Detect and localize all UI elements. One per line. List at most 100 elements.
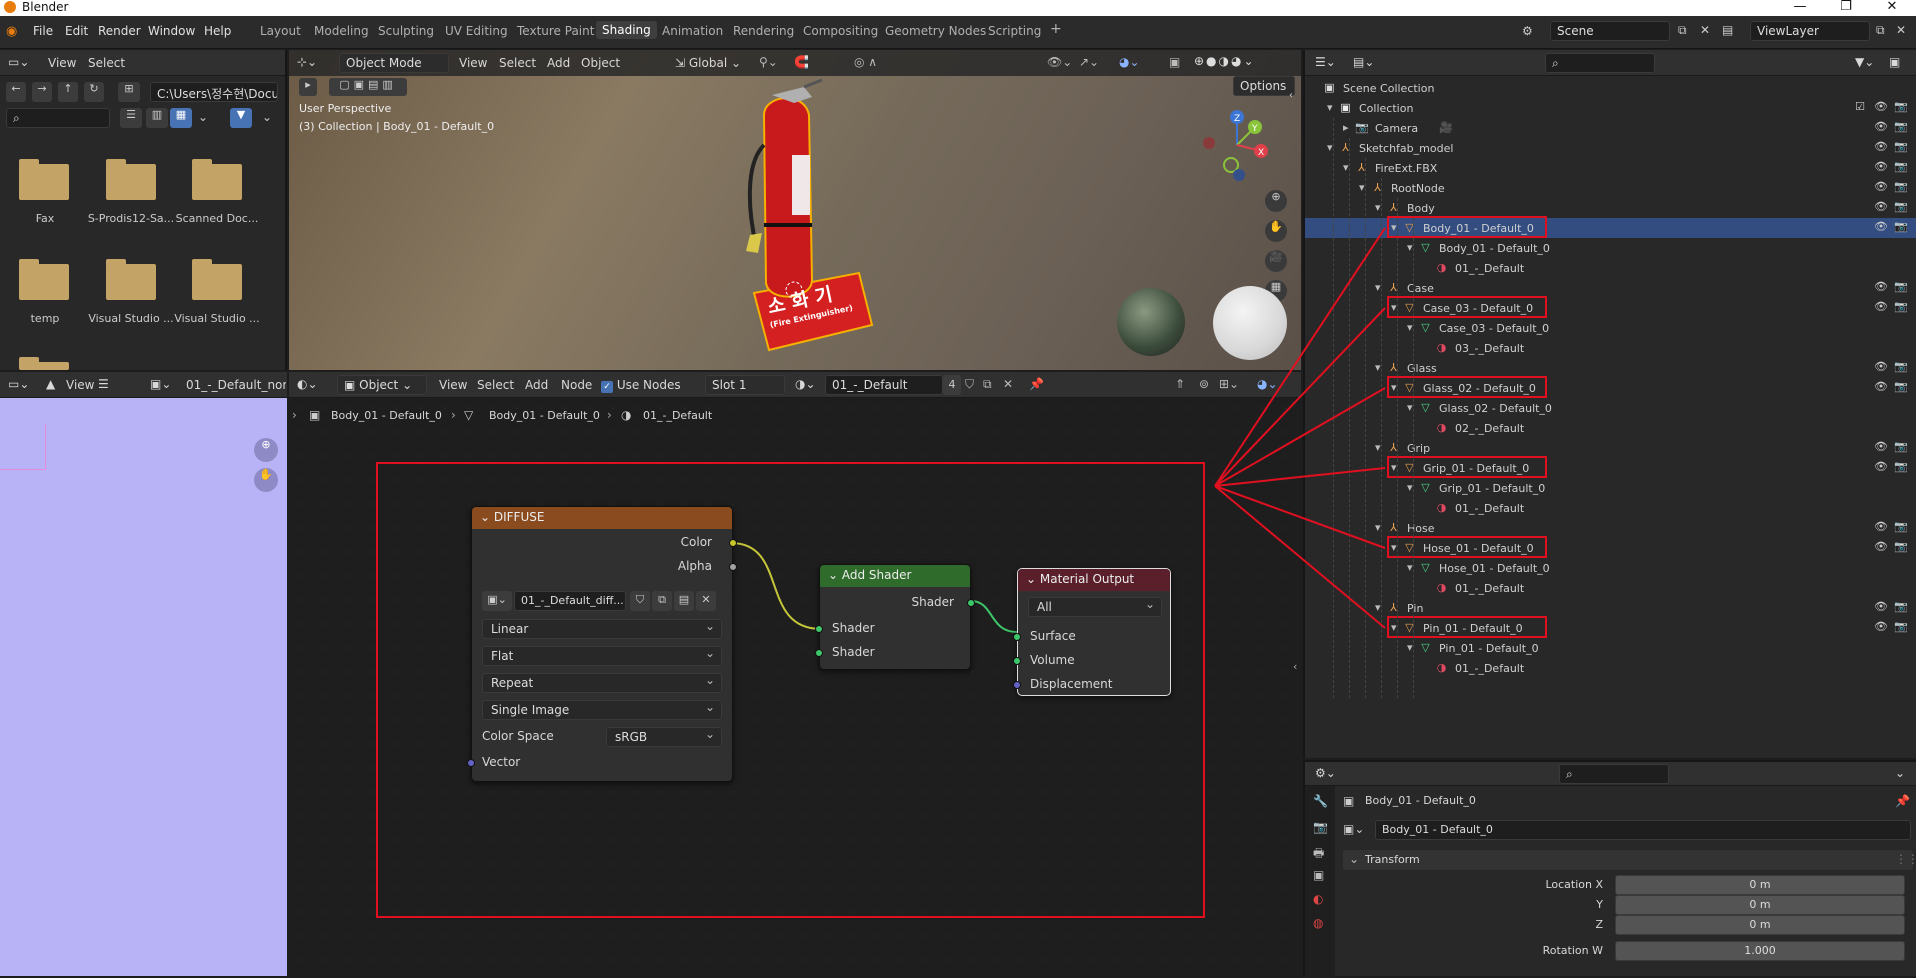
proportional-edit-icon[interactable]: ◎ ∧	[854, 55, 877, 69]
visibility-eye-icon[interactable]: 👁	[1874, 161, 1888, 173]
refresh-icon[interactable]: ↻	[84, 82, 104, 102]
file-browser-select-menu[interactable]: Select	[88, 56, 125, 70]
render-camera-icon[interactable]: 📷	[1894, 361, 1908, 373]
vertical-list-icon[interactable]: ☰	[120, 108, 142, 128]
path-field[interactable]: C:\Users\정수현\Docu...	[150, 82, 278, 102]
output-tab-icon[interactable]: 🖶	[1313, 844, 1324, 865]
selection-mode-icons[interactable]: ▢▣▤▥	[329, 78, 407, 96]
location-x-field[interactable]: 0 m	[1615, 875, 1905, 895]
world-tab-icon[interactable]: ◍	[1313, 916, 1323, 930]
thumbnail-view-icon[interactable]: ▦	[170, 108, 192, 128]
view-layer-field[interactable]: ViewLayer	[1750, 21, 1870, 41]
scene-icon[interactable]: ⚙	[1522, 24, 1533, 38]
scene-name-field[interactable]: Scene	[1550, 21, 1670, 41]
overlays-icon[interactable]: ◕⌄	[1119, 55, 1140, 69]
render-camera-icon[interactable]: 📷	[1894, 301, 1908, 313]
maximize-icon[interactable]: ❐	[1826, 0, 1866, 14]
visibility-eye-icon[interactable]: 👁	[1874, 101, 1888, 113]
delete-view-layer-icon[interactable]: ✕	[1896, 23, 1906, 37]
outliner-row[interactable]: ▾ ⅄ Sketchfab_model 👁 📷	[1305, 138, 1916, 158]
visibility-eye-icon[interactable]: 👁	[1874, 181, 1888, 193]
visibility-icon[interactable]: 👁⌄	[1047, 55, 1072, 69]
image-name-field[interactable]: 01_-_Default_norma	[186, 378, 286, 392]
folder-item[interactable]: Fax	[0, 150, 90, 230]
location-z-field[interactable]: 0 m	[1615, 915, 1905, 935]
zoom-icon[interactable]: ⊕	[1265, 190, 1287, 212]
render-camera-icon[interactable]: 📷	[1894, 541, 1908, 553]
add-workspace-button[interactable]: +	[1050, 21, 1062, 37]
expand-arrow-icon[interactable]: ▾	[1407, 561, 1413, 574]
image-mode-icon[interactable]: ▲	[46, 377, 55, 391]
visibility-eye-icon[interactable]: 👁	[1874, 521, 1888, 533]
menu-edit[interactable]: Edit	[65, 24, 88, 38]
render-camera-icon[interactable]: 📷	[1894, 381, 1908, 393]
tab-uv-editing[interactable]: UV Editing	[445, 24, 508, 38]
editor-type-icon[interactable]: ⊹⌄	[297, 55, 317, 69]
render-camera-icon[interactable]: 📷	[1894, 281, 1908, 293]
render-camera-icon[interactable]: 📷	[1894, 141, 1908, 153]
filter-icon[interactable]: ▼	[230, 108, 252, 128]
visibility-eye-icon[interactable]: 👁	[1874, 541, 1888, 553]
outliner-row[interactable]: ▣ Scene Collection	[1305, 78, 1916, 98]
outliner-row[interactable]: ▾ ▣ Collection 👁 📷 ☑	[1305, 98, 1916, 118]
tab-texture-paint[interactable]: Texture Paint	[517, 24, 594, 38]
camera-data-icon[interactable]: 🎥	[1439, 121, 1453, 134]
sidebar-toggle-icon[interactable]: ‹	[1289, 90, 1293, 101]
options-dropdown[interactable]: Options	[1233, 76, 1295, 96]
view-layer-icon[interactable]: ▤	[1722, 23, 1733, 37]
expand-arrow-icon[interactable]: ▸	[1343, 121, 1349, 134]
transform-panel-header[interactable]: ⌄ Transform ⋮⋮	[1343, 850, 1916, 870]
editor-type-icon[interactable]: ⚙⌄	[1315, 766, 1336, 780]
object-mode-dropdown[interactable]: Object Mode	[339, 53, 449, 73]
outliner-row[interactable]: ▾ ⅄ RootNode 👁 📷	[1305, 178, 1916, 198]
visibility-eye-icon[interactable]: 👁	[1874, 461, 1888, 473]
render-camera-icon[interactable]: 📷	[1894, 201, 1908, 213]
pan-hand-icon[interactable]: ✋	[1265, 220, 1287, 242]
outliner-row[interactable]: ▸ 📷 Camera 👁 📷 🎥	[1305, 118, 1916, 138]
editor-type-icon[interactable]: ☰⌄	[1315, 55, 1336, 69]
expand-arrow-icon[interactable]: ▾	[1375, 201, 1381, 214]
visibility-eye-icon[interactable]: 👁	[1874, 221, 1888, 233]
expand-arrow-icon[interactable]: ▾	[1375, 361, 1381, 374]
expand-arrow-icon[interactable]: ▾	[1375, 281, 1381, 294]
folder-item[interactable]: Visual Studio ...	[172, 250, 262, 330]
viewport-object-menu[interactable]: Object	[581, 56, 620, 70]
folder-item[interactable]: S-Prodis12-Sa...	[86, 150, 176, 230]
visibility-eye-icon[interactable]: 👁	[1874, 201, 1888, 213]
tab-modeling[interactable]: Modeling	[314, 24, 369, 38]
expand-arrow-icon[interactable]: ▾	[1375, 601, 1381, 614]
expand-arrow-icon[interactable]: ▾	[1343, 161, 1349, 174]
folder-item[interactable]: Visual Studio ...	[86, 250, 176, 330]
horizontal-list-icon[interactable]: ▥	[146, 108, 168, 128]
tab-geometry-nodes[interactable]: Geometry Nodes	[885, 24, 986, 38]
neg-x-axis-icon[interactable]	[1203, 137, 1215, 149]
viewport-select-menu[interactable]: Select	[499, 56, 536, 70]
tab-scripting[interactable]: Scripting	[988, 24, 1041, 38]
image-editor-panel[interactable]: ▭⌄ ▲ View ☰ ▣⌄ 01_-_Default_norma ⊕ ✋	[0, 372, 287, 976]
delete-scene-icon[interactable]: ✕	[1700, 23, 1710, 37]
options-chevron-icon[interactable]: ⌄	[1895, 766, 1905, 780]
render-camera-icon[interactable]: 📷	[1894, 461, 1908, 473]
render-tab-icon[interactable]: 📷	[1313, 820, 1328, 834]
file-browser-view-menu[interactable]: View	[48, 56, 76, 70]
view-layer-tab-icon[interactable]: ▣	[1313, 868, 1324, 882]
new-scene-icon[interactable]: ⧉	[1678, 23, 1687, 38]
pan-hand-icon[interactable]: ✋	[254, 468, 278, 492]
visibility-eye-icon[interactable]: 👁	[1874, 381, 1888, 393]
tab-sculpting[interactable]: Sculpting	[378, 24, 434, 38]
new-view-layer-icon[interactable]: ⧉	[1876, 23, 1885, 38]
editor-type-icon[interactable]: ▭⌄	[8, 55, 29, 69]
outliner-search-input[interactable]: ⌕	[1545, 53, 1655, 73]
render-camera-icon[interactable]: 📷	[1894, 101, 1908, 113]
visibility-eye-icon[interactable]: 👁	[1874, 361, 1888, 373]
menu-file[interactable]: File	[33, 24, 53, 38]
folder-item[interactable]: temp	[0, 250, 90, 330]
xray-icon[interactable]: ▣	[1169, 55, 1180, 69]
render-camera-icon[interactable]: 📷	[1894, 181, 1908, 193]
fire-extinguisher-model[interactable]	[734, 75, 894, 370]
object-name-field[interactable]: Body_01 - Default_0	[1375, 820, 1911, 840]
image-browse-icon[interactable]: ▣⌄	[150, 377, 171, 391]
filter-icon[interactable]: ▼⌄	[1855, 55, 1874, 69]
expand-arrow-icon[interactable]: ▾	[1407, 241, 1413, 254]
tool-tab-icon[interactable]: 🔧	[1313, 794, 1328, 808]
